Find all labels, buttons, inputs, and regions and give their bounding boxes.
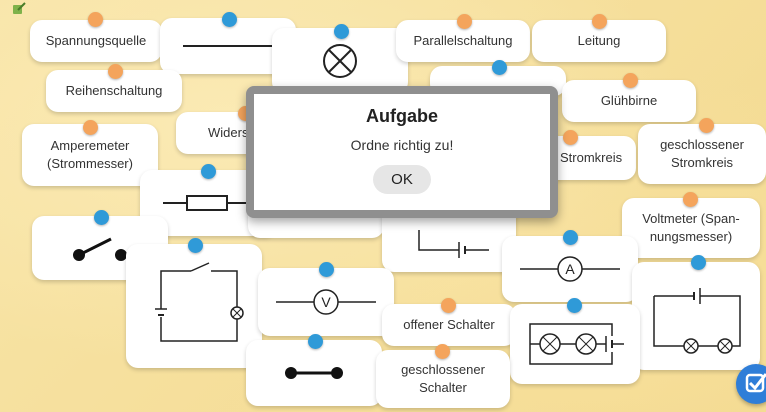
card-reihenschaltung-symbol[interactable] xyxy=(126,244,262,368)
card-label: Spannungsquelle xyxy=(45,33,147,49)
game-board: Spannungsquelle Parallelschaltung Leitun… xyxy=(0,0,766,412)
ok-button[interactable]: OK xyxy=(373,165,431,194)
card-label: (Strommesser) xyxy=(47,156,133,171)
card-geschlossener-stromkreis-symbol[interactable] xyxy=(632,262,760,370)
app-logo-icon xyxy=(13,2,26,14)
closed-switch-symbol-icon xyxy=(285,367,343,379)
card-pin xyxy=(201,164,216,179)
ammeter-letter: A xyxy=(565,261,575,277)
card-label: Stromkreis xyxy=(560,150,623,166)
card-pin xyxy=(94,210,109,225)
open-switch-symbol-icon xyxy=(73,237,127,261)
resistor-symbol-icon xyxy=(163,195,253,211)
card-pin xyxy=(492,60,507,75)
card-pin xyxy=(441,298,456,313)
card-voltmeter[interactable]: Voltmeter (Span- nungsmesser) xyxy=(622,198,760,258)
card-pin xyxy=(563,130,578,145)
card-parallelschaltung-symbol[interactable] xyxy=(510,304,640,384)
card-pin xyxy=(699,118,714,133)
card-pin xyxy=(683,192,698,207)
card-pin xyxy=(222,12,237,27)
lamp-symbol-icon xyxy=(323,44,357,78)
card-label: geschlossener xyxy=(401,362,485,378)
card-pin xyxy=(88,12,103,27)
card-label: Glühbirne xyxy=(600,93,658,109)
series-circuit-symbol-icon xyxy=(155,262,244,342)
task-dialog-body: Aufgabe Ordne richtig zu! OK xyxy=(254,94,550,210)
card-pin xyxy=(435,344,450,359)
card-pin xyxy=(319,262,334,277)
card-pin xyxy=(188,238,203,253)
dialog-title: Aufgabe xyxy=(366,106,438,126)
card-pin xyxy=(334,24,349,39)
card-label: Leitung xyxy=(577,33,621,49)
ammeter-symbol-icon: A xyxy=(520,256,620,282)
card-pin xyxy=(83,120,98,135)
card-pin xyxy=(108,64,123,79)
checkmark-icon xyxy=(745,373,766,393)
parallel-circuit-symbol-icon xyxy=(529,323,624,365)
card-label: Voltmeter (Span- xyxy=(642,211,740,227)
card-pin xyxy=(563,230,578,245)
card-label: Parallelschaltung xyxy=(413,33,513,49)
check-answers-button[interactable] xyxy=(736,364,766,404)
task-dialog: Aufgabe Ordne richtig zu! OK xyxy=(246,86,558,218)
voltmeter-letter: V xyxy=(321,294,331,310)
card-geschlossener-schalter-symbol[interactable] xyxy=(246,340,382,406)
card-label: Reihenschaltung xyxy=(65,83,163,99)
card-pin xyxy=(592,14,607,29)
card-geschlossener-stromkreis[interactable]: geschlossener Stromkreis xyxy=(638,124,766,184)
card-amperemeter-symbol[interactable]: A xyxy=(502,236,638,302)
card-pin xyxy=(623,73,638,88)
card-label: geschlossener xyxy=(660,137,744,153)
closed-circuit-symbol-icon xyxy=(653,288,741,354)
card-pin xyxy=(691,255,706,270)
voltmeter-symbol-icon: V xyxy=(276,289,376,315)
card-pin xyxy=(567,298,582,313)
dialog-message: Ordne richtig zu! xyxy=(350,137,454,153)
card-stromkreis[interactable]: Stromkreis xyxy=(546,136,636,180)
card-pin xyxy=(457,14,472,29)
card-label: Schalter xyxy=(419,380,467,395)
wire-symbol-icon xyxy=(183,45,273,47)
card-label: nungsmesser) xyxy=(649,229,733,244)
card-pin xyxy=(308,334,323,349)
card-label: Stromkreis xyxy=(670,155,734,170)
card-label: offener Schalter xyxy=(403,317,495,333)
card-label: Widers xyxy=(208,125,249,141)
card-label: Amperemeter xyxy=(50,138,130,154)
card-voltmeter-symbol[interactable]: V xyxy=(258,268,394,336)
